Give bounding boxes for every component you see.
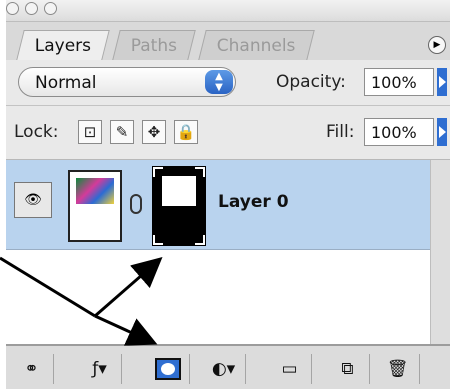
tab-layers[interactable]: Layers: [16, 30, 111, 60]
tab-paths[interactable]: Paths: [112, 30, 196, 60]
annotation-line: [0, 256, 96, 318]
arrow-to-mask-thumbnail: [94, 257, 163, 318]
tab-channels[interactable]: Channels: [198, 30, 315, 60]
arrow-to-add-mask-button: [94, 314, 158, 346]
